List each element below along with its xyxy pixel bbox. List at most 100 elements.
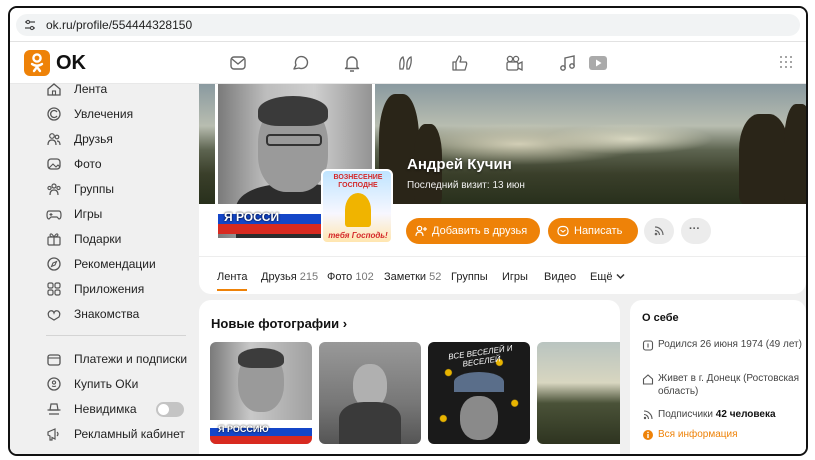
tab-count: 215 (299, 271, 319, 283)
chevron-right-icon: › (342, 316, 348, 331)
logo-text[interactable]: OK (56, 52, 86, 75)
sidebar-item-dating[interactable]: Знакомства (10, 303, 195, 328)
profile-tabs: Лента Друзья 215 Фото 102 Заметки 52 Гру… (199, 256, 806, 294)
apps-grid-icon[interactable] (780, 56, 794, 70)
megaphone-icon (47, 428, 59, 441)
guests-icon[interactable] (396, 53, 416, 73)
tab-label: Фото (327, 271, 353, 283)
sidebar-item-label: Невидимка (74, 402, 137, 416)
tab-label: Видео (544, 271, 577, 283)
sidebar-item-label: Рекомендации (74, 257, 156, 271)
umbrella-icon (454, 372, 504, 392)
last-visit: Последний визит: 13 июн (407, 180, 525, 191)
profile-card: Я РОССИ ВОЗНЕСЕНИЕ ГОСПОДНЕ тебя Господь… (199, 84, 806, 294)
site-settings-icon[interactable] (24, 19, 36, 31)
rss-icon (654, 226, 664, 236)
profile-name: Андрей Кучин (407, 156, 512, 173)
photo-thumbnail[interactable]: ВСЕ ВЕСЕЛЕЙ И ВЕСЕЛЕЙ (428, 342, 530, 444)
invisible-toggle[interactable] (156, 402, 184, 417)
calendar-icon (642, 340, 654, 351)
video-icon[interactable] (504, 53, 524, 73)
sidebar-item-groups[interactable]: Группы (10, 178, 195, 203)
photo-flag-text: Я РОССИЮ (218, 424, 269, 434)
music-icon[interactable] (558, 53, 578, 73)
sidebar-item-recommendations[interactable]: Рекомендации (10, 253, 195, 278)
tab-label: Друзья (261, 271, 297, 283)
tab-groups[interactable]: Группы (451, 271, 488, 283)
photo-thumbnail[interactable] (319, 342, 421, 444)
message-icon (557, 225, 569, 237)
tab-photos[interactable]: Фото 102 (327, 271, 374, 283)
notifications-icon[interactable] (342, 53, 362, 73)
incognito-icon (47, 403, 61, 415)
discussions-icon[interactable] (290, 53, 310, 73)
photo-hair (238, 348, 284, 368)
more-label: ··· (689, 223, 700, 235)
tab-notes[interactable]: Заметки 52 (384, 271, 441, 283)
sidebar-item-friends[interactable]: Друзья (10, 128, 195, 153)
tab-feed[interactable]: Лента (217, 271, 248, 291)
tab-label: Лента (217, 271, 248, 283)
add-friend-icon (415, 225, 427, 237)
home-icon (642, 374, 654, 385)
ok-logo-icon[interactable] (24, 50, 50, 76)
about-title: О себе (642, 312, 679, 324)
hobby-icon (47, 107, 61, 121)
sticker-caption: тебя Господь! (328, 231, 388, 240)
sidebar-item-apps[interactable]: Приложения (10, 278, 195, 303)
add-friend-button[interactable]: Добавить в друзья (406, 218, 540, 244)
tab-friends[interactable]: Друзья 215 (261, 271, 318, 283)
sidebar-item-photo[interactable]: Фото (10, 153, 195, 178)
sticker-title: ВОЗНЕСЕНИЕ ГОСПОДНЕ (333, 174, 383, 189)
followers-label: Подписчики (658, 409, 716, 420)
holiday-sticker[interactable]: ВОЗНЕСЕНИЕ ГОСПОДНЕ тебя Господь! (321, 169, 393, 244)
tab-label: Заметки (384, 271, 427, 283)
photo-thumbnail[interactable]: Я РОССИЮ (210, 342, 312, 444)
tab-count: 102 (355, 271, 374, 283)
dating-icon (47, 310, 61, 321)
sidebar-item-label: Увлечения (74, 107, 134, 121)
sidebar-item-label: Лента (74, 82, 108, 96)
gift-icon (47, 233, 61, 246)
flag-text: Я РОССИ (224, 210, 280, 224)
chevron-down-icon (616, 273, 625, 280)
sidebar-item-buy-oki[interactable]: Купить ОКи (10, 373, 195, 398)
sidebar-item-label: Фото (74, 157, 102, 171)
url-field[interactable]: ok.ru/profile/554444328150 (16, 14, 800, 36)
sidebar-item-hobbies[interactable]: Увлечения (10, 103, 195, 128)
photo-shirt (339, 402, 401, 444)
video-play-icon[interactable] (588, 53, 608, 73)
events-icon[interactable] (450, 53, 470, 73)
compass-icon (47, 257, 61, 271)
sidebar-item-feed[interactable]: Лента (10, 78, 195, 103)
tab-label: Ещё (590, 271, 613, 283)
tab-video[interactable]: Видео (544, 271, 576, 283)
left-sidebar: Лента Увлечения Друзья Фото Группы Игры … (10, 82, 195, 454)
photo-thumbnail[interactable] (537, 342, 620, 444)
sidebar-item-ads[interactable]: Рекламный кабинет (10, 423, 195, 448)
url-text[interactable]: ok.ru/profile/554444328150 (46, 18, 192, 32)
sidebar-item-label: Рекламный кабинет (74, 427, 185, 441)
messages-icon[interactable] (228, 53, 248, 73)
sidebar-item-label: Приложения (74, 282, 145, 296)
add-friend-label: Добавить в друзья (432, 225, 528, 237)
sidebar-item-invisible[interactable]: Невидимка (10, 398, 195, 423)
sidebar-divider (46, 335, 186, 336)
sidebar-item-label: Друзья (74, 132, 113, 146)
avatar-hair (258, 96, 328, 126)
tab-games[interactable]: Игры (502, 271, 528, 283)
write-message-button[interactable]: Написать (548, 218, 638, 244)
sidebar-item-gifts[interactable]: Подарки (10, 228, 195, 253)
sidebar-item-games[interactable]: Игры (10, 203, 195, 228)
browser-window: ok.ru/profile/554444328150 OK Лента Увле… (8, 6, 808, 456)
sidebar-item-payments[interactable]: Платежи и подписки (10, 348, 195, 373)
new-photos-card: Новые фотографии › Я РОССИЮ ВСЕ ВЕСЕЛЕЙ … (199, 300, 620, 454)
all-info-text: Вся информация (658, 429, 738, 440)
address-bar: ok.ru/profile/554444328150 (10, 8, 806, 42)
gamepad-icon (46, 210, 62, 220)
tab-more[interactable]: Ещё (590, 271, 625, 283)
avatar-glasses (266, 134, 322, 146)
more-actions-button[interactable]: ··· (681, 218, 711, 244)
subscribe-button[interactable] (644, 218, 674, 244)
new-photos-title[interactable]: Новые фотографии › (211, 316, 347, 331)
